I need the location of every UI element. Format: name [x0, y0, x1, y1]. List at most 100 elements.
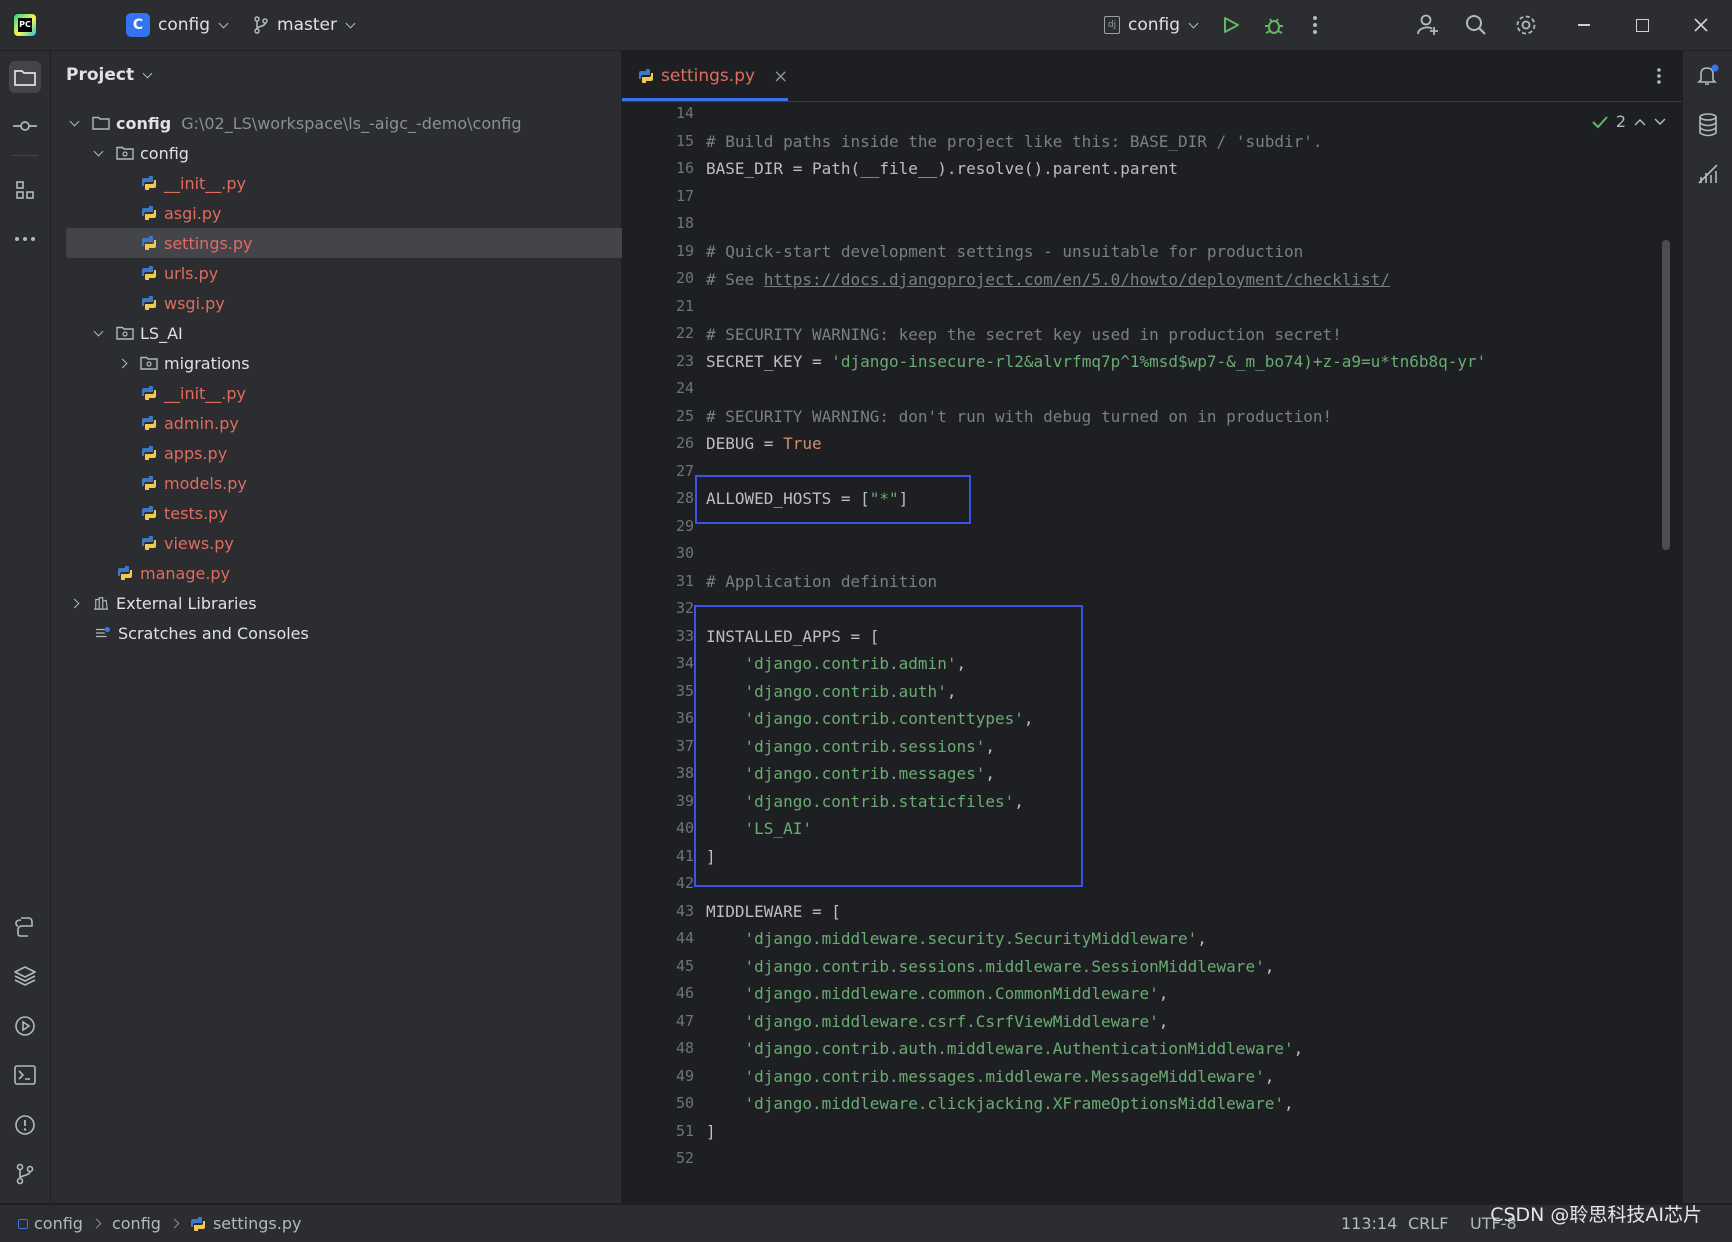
tree-item-file[interactable]: urls.py: [51, 258, 681, 288]
tree-item-label[interactable]: tests.py: [164, 504, 228, 523]
tree-item-file[interactable]: __init__.py: [51, 168, 681, 198]
tree-item-file[interactable]: __init__.py: [51, 378, 681, 408]
line-number: 41: [675, 846, 694, 865]
tree-item-label[interactable]: urls.py: [164, 264, 218, 283]
tree-item-ls-ai-package[interactable]: LS_AI: [51, 318, 635, 348]
expand-arrow-icon[interactable]: [69, 116, 80, 126]
line-number: 42: [675, 874, 694, 892]
code-line-25: # SECURITY WARNING: don't run with debug…: [706, 407, 1333, 426]
more-icon[interactable]: [1656, 66, 1662, 90]
tree-item-label[interactable]: wsgi.py: [164, 294, 225, 313]
add-user-icon[interactable]: [1416, 13, 1440, 37]
tree-item-label[interactable]: apps.py: [164, 444, 227, 463]
tree-item-label[interactable]: manage.py: [140, 564, 230, 583]
notifications-bell-icon[interactable]: [1692, 59, 1724, 91]
chevron-up-icon[interactable]: [1634, 118, 1646, 126]
line-ending[interactable]: CRLF: [1408, 1214, 1448, 1233]
tree-item-label[interactable]: migrations: [164, 354, 250, 373]
chevron-down-icon[interactable]: [345, 18, 356, 28]
allowed-hosts-highlight-box: [695, 475, 971, 524]
project-badge[interactable]: C: [126, 13, 150, 37]
search-icon[interactable]: [1465, 14, 1487, 36]
tree-item-label[interactable]: __init__.py: [164, 174, 246, 193]
collapse-arrow-icon[interactable]: [69, 598, 80, 608]
hamburger-menu-icon[interactable]: [76, 20, 96, 30]
chevron-down-icon[interactable]: [218, 18, 229, 28]
tree-item-label[interactable]: views.py: [164, 534, 234, 553]
commit-icon[interactable]: [9, 110, 41, 142]
installed-apps-highlight-box: [694, 605, 1083, 887]
tree-item-label[interactable]: asgi.py: [164, 204, 221, 223]
tree-item-file[interactable]: tests.py: [51, 498, 681, 528]
tree-item-file[interactable]: asgi.py: [51, 198, 681, 228]
tree-item-file[interactable]: models.py: [51, 468, 681, 498]
more-icon[interactable]: [1312, 0, 1318, 50]
tree-item-label[interactable]: config: [140, 144, 189, 163]
tab-close-icon[interactable]: ×: [773, 66, 788, 87]
structure-icon[interactable]: [9, 174, 41, 206]
tree-item-config-package[interactable]: config: [51, 138, 635, 168]
tree-item-label[interactable]: models.py: [164, 474, 247, 493]
tree-root-label[interactable]: config: [116, 114, 171, 133]
tree-item-external-libraries[interactable]: External Libraries: [51, 588, 611, 618]
cursor-position[interactable]: 113:14: [1341, 1214, 1397, 1233]
tree-item-file[interactable]: views.py: [51, 528, 681, 558]
chevron-down-icon[interactable]: [1188, 18, 1199, 28]
code-line-15: # Build paths inside the project like th…: [706, 132, 1323, 151]
run-config-selector[interactable]: dj config: [1104, 0, 1199, 50]
collapse-arrow-icon[interactable]: [117, 358, 128, 368]
line-number: 14: [675, 104, 694, 122]
breadcrumb-item[interactable]: config: [112, 1214, 161, 1233]
maximize-icon[interactable]: [1636, 0, 1649, 50]
tree-root-config[interactable]: config G:\02_LS\workspace\ls_-aigc_-demo…: [51, 108, 611, 138]
tab-label[interactable]: settings.py: [661, 66, 755, 86]
version-control-icon[interactable]: [9, 1158, 41, 1190]
tree-item-label[interactable]: admin.py: [164, 414, 239, 433]
problems-icon[interactable]: [9, 1109, 41, 1141]
project-panel-title[interactable]: Project: [66, 65, 134, 85]
line-number: 21: [675, 296, 694, 315]
project-tool-folder-icon[interactable]: [9, 61, 41, 93]
debug-icon[interactable]: [1264, 14, 1284, 36]
tree-item-file-selected[interactable]: settings.py: [66, 228, 681, 258]
tree-item-label[interactable]: LS_AI: [140, 324, 183, 343]
tree-item-file[interactable]: wsgi.py: [51, 288, 681, 318]
tree-item-label[interactable]: __init__.py: [164, 384, 246, 403]
project-name[interactable]: config: [158, 15, 210, 35]
chevron-down-icon[interactable]: [142, 68, 153, 78]
services-icon[interactable]: [9, 1010, 41, 1042]
tree-item-label[interactable]: External Libraries: [116, 594, 257, 613]
tree-item-file[interactable]: manage.py: [51, 558, 657, 588]
breadcrumb-item[interactable]: settings.py: [213, 1214, 302, 1233]
tree-item-label[interactable]: Scratches and Consoles: [118, 624, 309, 643]
python-console-icon[interactable]: [9, 911, 41, 943]
tree-item-label[interactable]: settings.py: [164, 234, 253, 253]
sciview-chart-icon[interactable]: [1692, 158, 1724, 190]
chevron-down-icon[interactable]: [1654, 117, 1666, 126]
expand-arrow-icon[interactable]: [93, 326, 104, 336]
tree-item-file[interactable]: admin.py: [51, 408, 681, 438]
terminal-icon[interactable]: [9, 1059, 41, 1091]
tree-item-scratches[interactable]: Scratches and Consoles: [51, 618, 634, 648]
branch-name[interactable]: master: [277, 15, 337, 35]
editor-scrollbar[interactable]: [1662, 240, 1670, 550]
inspection-widget[interactable]: 2: [1592, 112, 1666, 131]
code-editor[interactable]: 14 15 16 17 18 19 20 21 22 23 24 25 26 27 28 29 30 31 32 33…: [622, 102, 1682, 1172]
python-file-icon: [142, 386, 156, 400]
branch-icon[interactable]: [253, 16, 269, 34]
database-icon[interactable]: [1692, 109, 1724, 141]
run-icon[interactable]: [1222, 16, 1240, 34]
tree-item-migrations-package[interactable]: migrations: [51, 348, 659, 378]
gear-icon[interactable]: [1514, 13, 1538, 37]
layers-icon[interactable]: [9, 960, 41, 992]
breadcrumb-item[interactable]: config: [34, 1214, 83, 1233]
project-panel-header[interactable]: Project: [66, 65, 153, 85]
close-icon[interactable]: [1694, 18, 1708, 32]
minimize-icon[interactable]: [1578, 0, 1590, 50]
tab-settings-py[interactable]: settings.py ×: [638, 51, 788, 101]
tree-item-file[interactable]: apps.py: [51, 438, 681, 468]
run-config-name[interactable]: config: [1128, 15, 1180, 35]
docs-link[interactable]: https://docs.djangoproject.com/en/5.0/ho…: [764, 270, 1390, 289]
expand-arrow-icon[interactable]: [93, 146, 104, 156]
more-tools-icon[interactable]: [9, 223, 41, 255]
